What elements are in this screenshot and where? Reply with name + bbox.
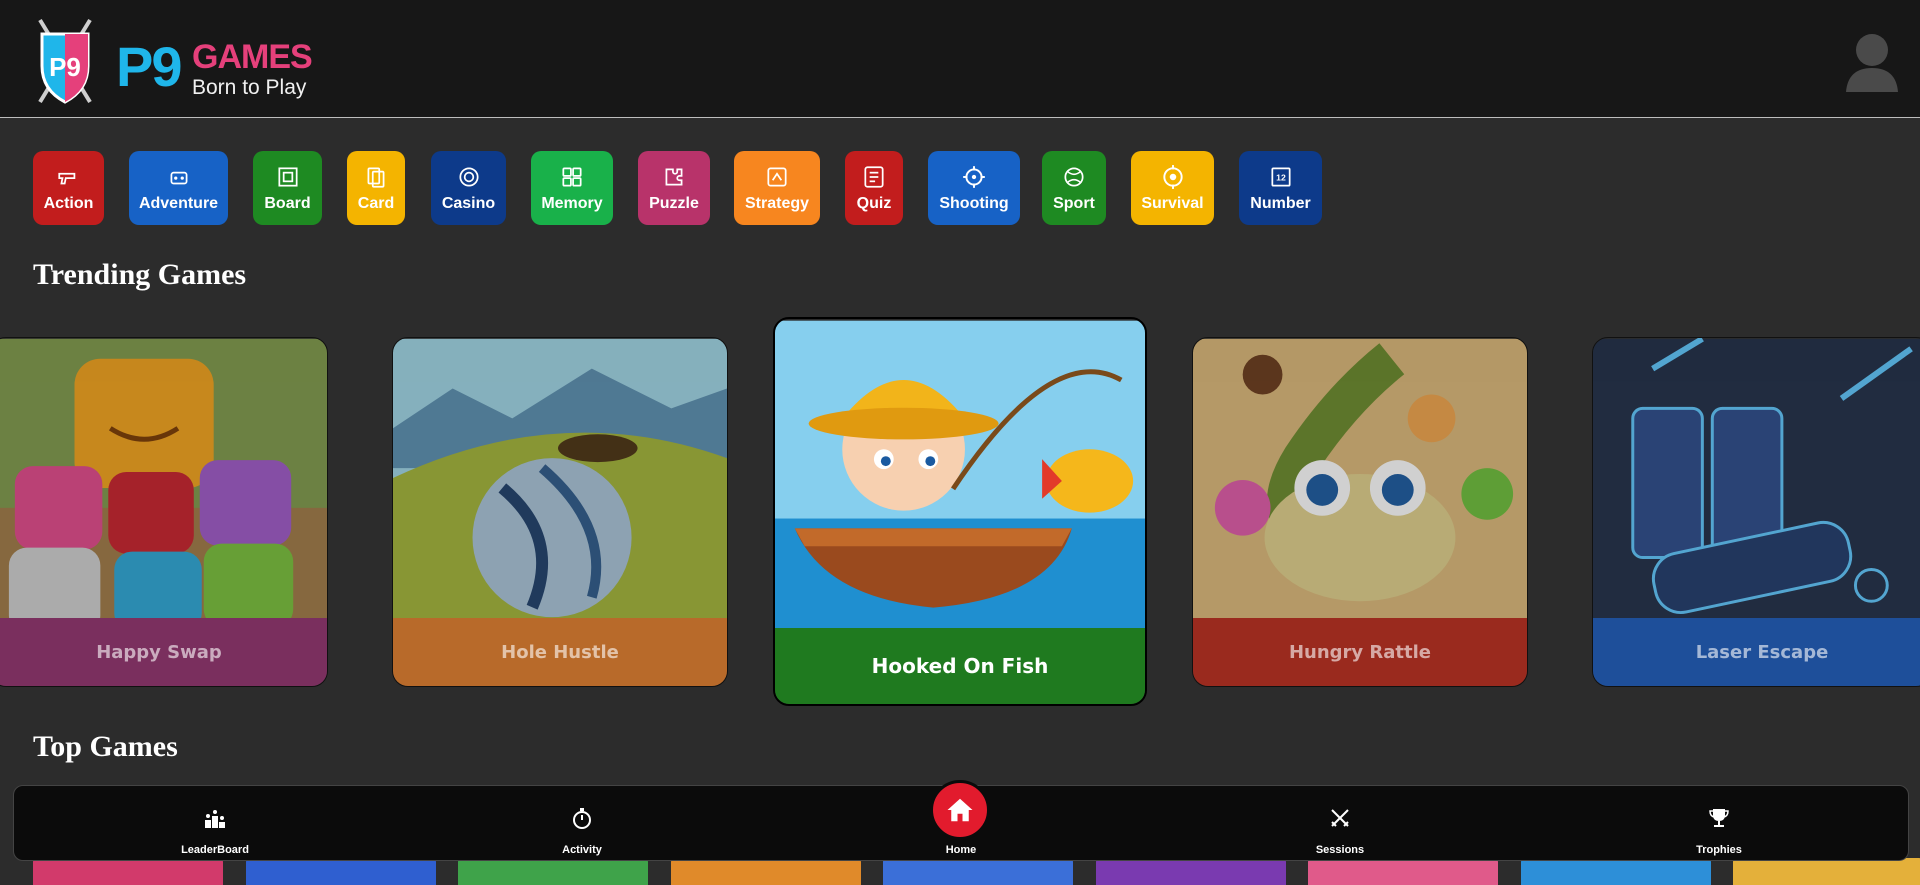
category-label: Strategy [744,195,810,212]
nav-leaderboard[interactable]: LeaderBoard [145,786,285,862]
top-game-thumbnail[interactable] [245,858,436,885]
category-quiz[interactable]: Quiz [845,151,903,225]
top-game-thumbnail[interactable] [458,858,648,885]
category-adventure[interactable]: Adventure [129,151,228,225]
category-card[interactable]: Card [347,151,405,225]
category-label: Shooting [939,195,1009,212]
top-games-title: Top Games [33,730,178,763]
puzzle-icon [665,168,683,186]
ball-icon [1064,167,1084,187]
category-label: Adventure [138,195,219,212]
hungry-rattle-art [1193,338,1527,620]
category-strategy[interactable]: Strategy [734,151,820,225]
svg-text:12: 12 [1276,172,1286,182]
nav-label: Sessions [1315,844,1365,856]
playing-cards-icon [367,167,385,188]
robot-icon [170,171,187,185]
category-label: Survival [1141,195,1204,212]
nav-sessions[interactable]: Sessions [1270,786,1410,862]
game-card-laser-escape[interactable]: Laser Escape [1592,337,1920,687]
nav-label: LeaderBoard [181,844,249,856]
game-card-label: Hole Hustle [393,618,727,686]
strategy-icon [767,167,787,187]
category-casino[interactable]: Casino [431,151,506,225]
casino-chip-icon [458,167,479,187]
game-card-label: Hungry Rattle [1193,618,1527,686]
numbers-icon: 12 [1270,167,1291,187]
game-card-hole-hustle[interactable]: Hole Hustle [392,337,728,687]
top-game-thumbnail[interactable] [883,858,1073,885]
laser-escape-art [1593,338,1920,620]
top-header: P9 P9 GAMES Born to Play [0,0,1920,118]
logo-tagline: Born to Play [192,76,307,99]
category-number[interactable]: 12 Number [1239,151,1322,225]
user-avatar-icon[interactable] [1844,30,1900,92]
crossed-swords-icon [1331,809,1349,827]
category-label: Number [1250,195,1311,212]
memory-grid-icon [562,167,582,187]
nav-label: Home [945,844,977,856]
happy-swap-art [0,338,327,620]
category-label: Card [357,195,395,212]
category-shooting[interactable]: Shooting [928,151,1020,225]
category-board[interactable]: Board [253,151,322,225]
category-label: Sport [1053,195,1095,212]
category-label: Puzzle [649,195,699,212]
category-label: Memory [541,195,603,212]
home-button[interactable] [930,780,990,840]
site-logo[interactable]: P9 P9 GAMES Born to Play [34,16,314,110]
quiz-icon [864,166,884,188]
trophy-icon [1709,809,1729,827]
category-label: Quiz [856,195,892,212]
category-memory[interactable]: Memory [531,151,613,225]
top-game-thumbnail[interactable] [1520,858,1711,885]
hole-hustle-art [393,338,727,620]
category-label: Casino [441,195,496,212]
category-label: Action [43,195,94,212]
game-card-label: Happy Swap [0,618,327,686]
home-icon [947,798,973,822]
top-game-thumbnail[interactable] [1095,858,1286,885]
top-game-thumbnail[interactable] [33,858,223,885]
nav-activity[interactable]: Activity [512,786,652,862]
board-game-icon [277,167,298,187]
target-icon [1162,165,1183,189]
logo-mark-text: P9 [116,35,182,98]
game-card-hooked-on-fish[interactable]: Hooked On Fish [773,317,1147,706]
hooked-on-fish-art [775,320,1145,632]
stopwatch-icon [573,808,591,829]
category-sport[interactable]: Sport [1042,151,1106,225]
top-game-thumbnail[interactable] [670,858,861,885]
nav-trophies[interactable]: Trophies [1649,786,1789,862]
nav-label: Trophies [1696,844,1742,856]
crosshair-icon [963,166,985,188]
podium-icon [205,810,225,828]
category-label: Board [264,195,311,212]
gun-icon [57,172,75,185]
svg-text:P9: P9 [49,52,81,82]
top-game-thumbnail[interactable] [1308,858,1498,885]
category-action[interactable]: Action [33,151,104,225]
category-puzzle[interactable]: Puzzle [638,151,710,225]
top-game-thumbnail[interactable] [1733,858,1920,885]
category-survival[interactable]: Survival [1131,151,1214,225]
logo-name-text: GAMES [192,38,313,76]
game-card-hungry-rattle[interactable]: Hungry Rattle [1192,337,1528,687]
game-card-label: Laser Escape [1593,618,1920,686]
trending-title: Trending Games [33,258,247,291]
game-card-happy-swap[interactable]: Happy Swap [0,337,328,687]
shield-logo-icon: P9 [38,18,92,104]
game-card-label: Hooked On Fish [775,628,1145,704]
nav-label: Activity [562,844,602,856]
